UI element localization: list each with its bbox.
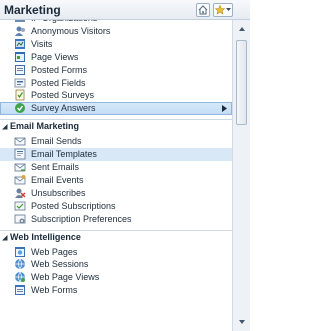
visitor-icon <box>15 26 25 36</box>
nav-item-label: Web Page Views <box>31 272 100 283</box>
vertical-scrollbar[interactable] <box>232 20 250 331</box>
nav-item-anonymous-visitors[interactable]: Anonymous Visitors <box>0 25 232 38</box>
survey-answers-icon <box>15 103 25 114</box>
posted-fields-icon <box>14 78 26 87</box>
nav-item-page-views[interactable]: Page Views <box>0 51 232 64</box>
nav-item-label: Web Pages <box>31 246 78 257</box>
email-templates-icon <box>14 148 26 160</box>
posted-forms-icon <box>15 64 25 75</box>
panel-header: Marketing <box>0 0 250 20</box>
nav-item-label: Posted Fields <box>31 77 86 88</box>
web-sessions-icon <box>15 259 25 271</box>
nav-item-label: Anonymous Visitors <box>31 25 111 36</box>
nav-item-web-page-views[interactable]: Web Page Views <box>0 271 232 284</box>
nav-item-label: Web Sessions <box>31 259 89 270</box>
nav-item-label: Page Views <box>31 51 79 62</box>
nav-item-subscription-preferences[interactable]: Subscription Preferences <box>0 213 232 226</box>
nav-item-label: Sent Emails <box>31 162 80 172</box>
web-page-views-icon <box>15 272 25 283</box>
home-button[interactable] <box>196 3 210 17</box>
nav-item-email-sends[interactable]: Email Sends <box>0 135 232 148</box>
expand-arrow-icon[interactable] <box>220 104 229 113</box>
posted-subscriptions-icon <box>14 201 26 211</box>
nav-item-web-forms[interactable]: Web Forms <box>0 284 232 297</box>
scroll-down-arrow-icon[interactable] <box>237 317 247 327</box>
nav-item-posted-fields[interactable]: Posted Fields <box>0 77 232 90</box>
nav-item-label: Survey Answers <box>31 103 96 114</box>
email-events-icon <box>14 174 26 185</box>
nav-item-sent-emails[interactable]: Sent Emails <box>0 161 232 174</box>
page-views-icon <box>15 51 25 62</box>
nav-item-posted-forms[interactable]: Posted Forms <box>0 64 232 77</box>
org-icon <box>15 20 25 22</box>
web-forms-icon <box>15 285 25 296</box>
nav-item-label: Email Events <box>31 174 84 185</box>
sent-emails-icon <box>14 163 26 172</box>
navigation-panel: IP Organizations Anonymous Visitors Visits… <box>0 20 232 331</box>
nav-item-label: Posted Surveys <box>31 90 95 101</box>
favorites-button[interactable] <box>213 3 233 17</box>
section-title: Email Marketing <box>10 121 80 132</box>
nav-item-unsubscribes[interactable]: Unsubscribes <box>0 187 232 200</box>
nav-item-survey-answers[interactable]: Survey Answers <box>0 102 232 116</box>
posted-surveys-icon <box>15 89 25 101</box>
nav-item-posted-surveys[interactable]: Posted Surveys <box>0 89 232 102</box>
scrollbar-thumb[interactable] <box>236 40 247 125</box>
section-header-web-intelligence[interactable]: Web Intelligence <box>0 231 232 245</box>
collapse-triangle-icon[interactable] <box>2 234 8 241</box>
nav-item-email-events[interactable]: Email Events <box>0 174 232 187</box>
section-header-email-marketing[interactable]: Email Marketing <box>0 120 232 134</box>
nav-item-visits[interactable]: Visits <box>0 38 232 51</box>
nav-item-email-templates[interactable]: Email Templates <box>0 148 232 162</box>
nav-item-label: Email Templates <box>31 149 97 160</box>
nav-item-web-sessions[interactable]: Web Sessions <box>0 258 232 271</box>
nav-item-web-pages[interactable]: Web Pages <box>0 246 232 259</box>
nav-item-label: Visits <box>31 38 53 49</box>
visits-icon <box>15 38 25 49</box>
nav-item-label: IP Organizations <box>31 20 97 23</box>
home-icon <box>198 5 208 15</box>
collapse-triangle-icon[interactable] <box>2 124 8 130</box>
nav-item-label: Posted Forms <box>31 64 88 75</box>
nav-item-label: Email Sends <box>31 136 82 147</box>
web-pages-icon <box>15 246 25 257</box>
nav-item-label: Posted Subscriptions <box>31 200 116 211</box>
chevron-down-icon <box>226 8 231 11</box>
unsubscribes-icon <box>15 188 26 198</box>
nav-item-label: Web Forms <box>31 285 78 296</box>
email-sends-icon <box>14 137 26 146</box>
nav-item-posted-subscriptions[interactable]: Posted Subscriptions <box>0 200 232 213</box>
nav-item-label: Subscription Preferences <box>31 213 132 224</box>
subscription-preferences-icon <box>14 214 26 224</box>
section-title: Web Intelligence <box>10 231 81 242</box>
scroll-up-arrow-icon[interactable] <box>237 24 247 34</box>
panel-title: Marketing <box>4 3 61 17</box>
nav-item-label: Unsubscribes <box>31 187 86 198</box>
